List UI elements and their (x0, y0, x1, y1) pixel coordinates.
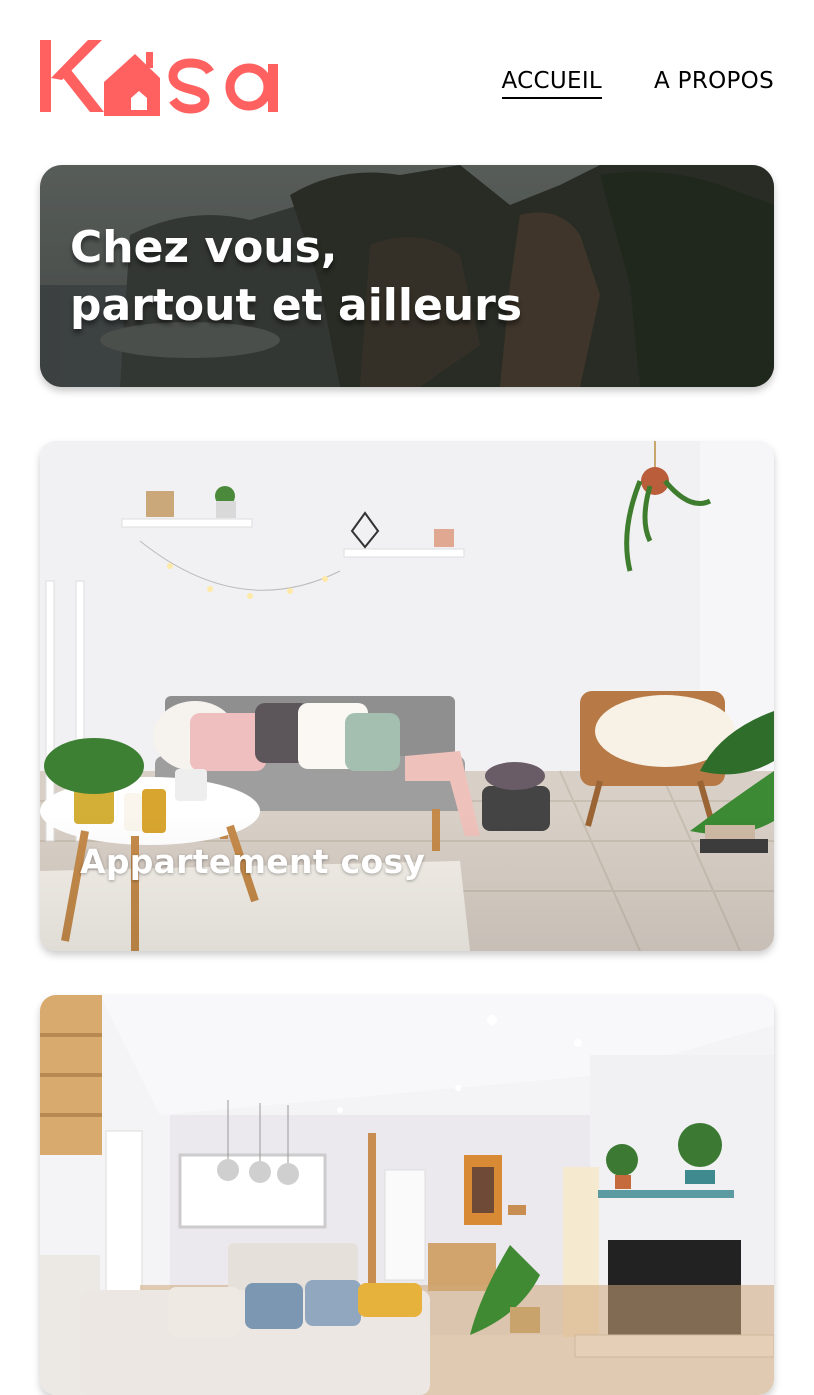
site-header: ACCUEIL A PROPOS (40, 38, 774, 120)
kasa-logo[interactable] (40, 38, 282, 118)
nav-link-a-propos[interactable]: A PROPOS (654, 66, 774, 99)
nav-link-accueil[interactable]: ACCUEIL (501, 66, 603, 99)
main-nav: ACCUEIL A PROPOS (501, 66, 775, 99)
listing-card[interactable] (40, 995, 774, 1395)
listing-photo-open-living-space (40, 995, 774, 1395)
hero-title-line2: partout et ailleurs (70, 280, 523, 331)
hero-title-line1: Chez vous, (70, 222, 338, 273)
hero-banner: Chez vous, partout et ailleurs (40, 165, 774, 387)
listing-card[interactable]: Appartement cosy (40, 441, 774, 951)
listing-title: Appartement cosy (80, 842, 426, 881)
kasa-logo-graphic (40, 40, 278, 116)
hero-title: Chez vous, partout et ailleurs (70, 219, 522, 335)
card-gradient-overlay (40, 811, 774, 951)
